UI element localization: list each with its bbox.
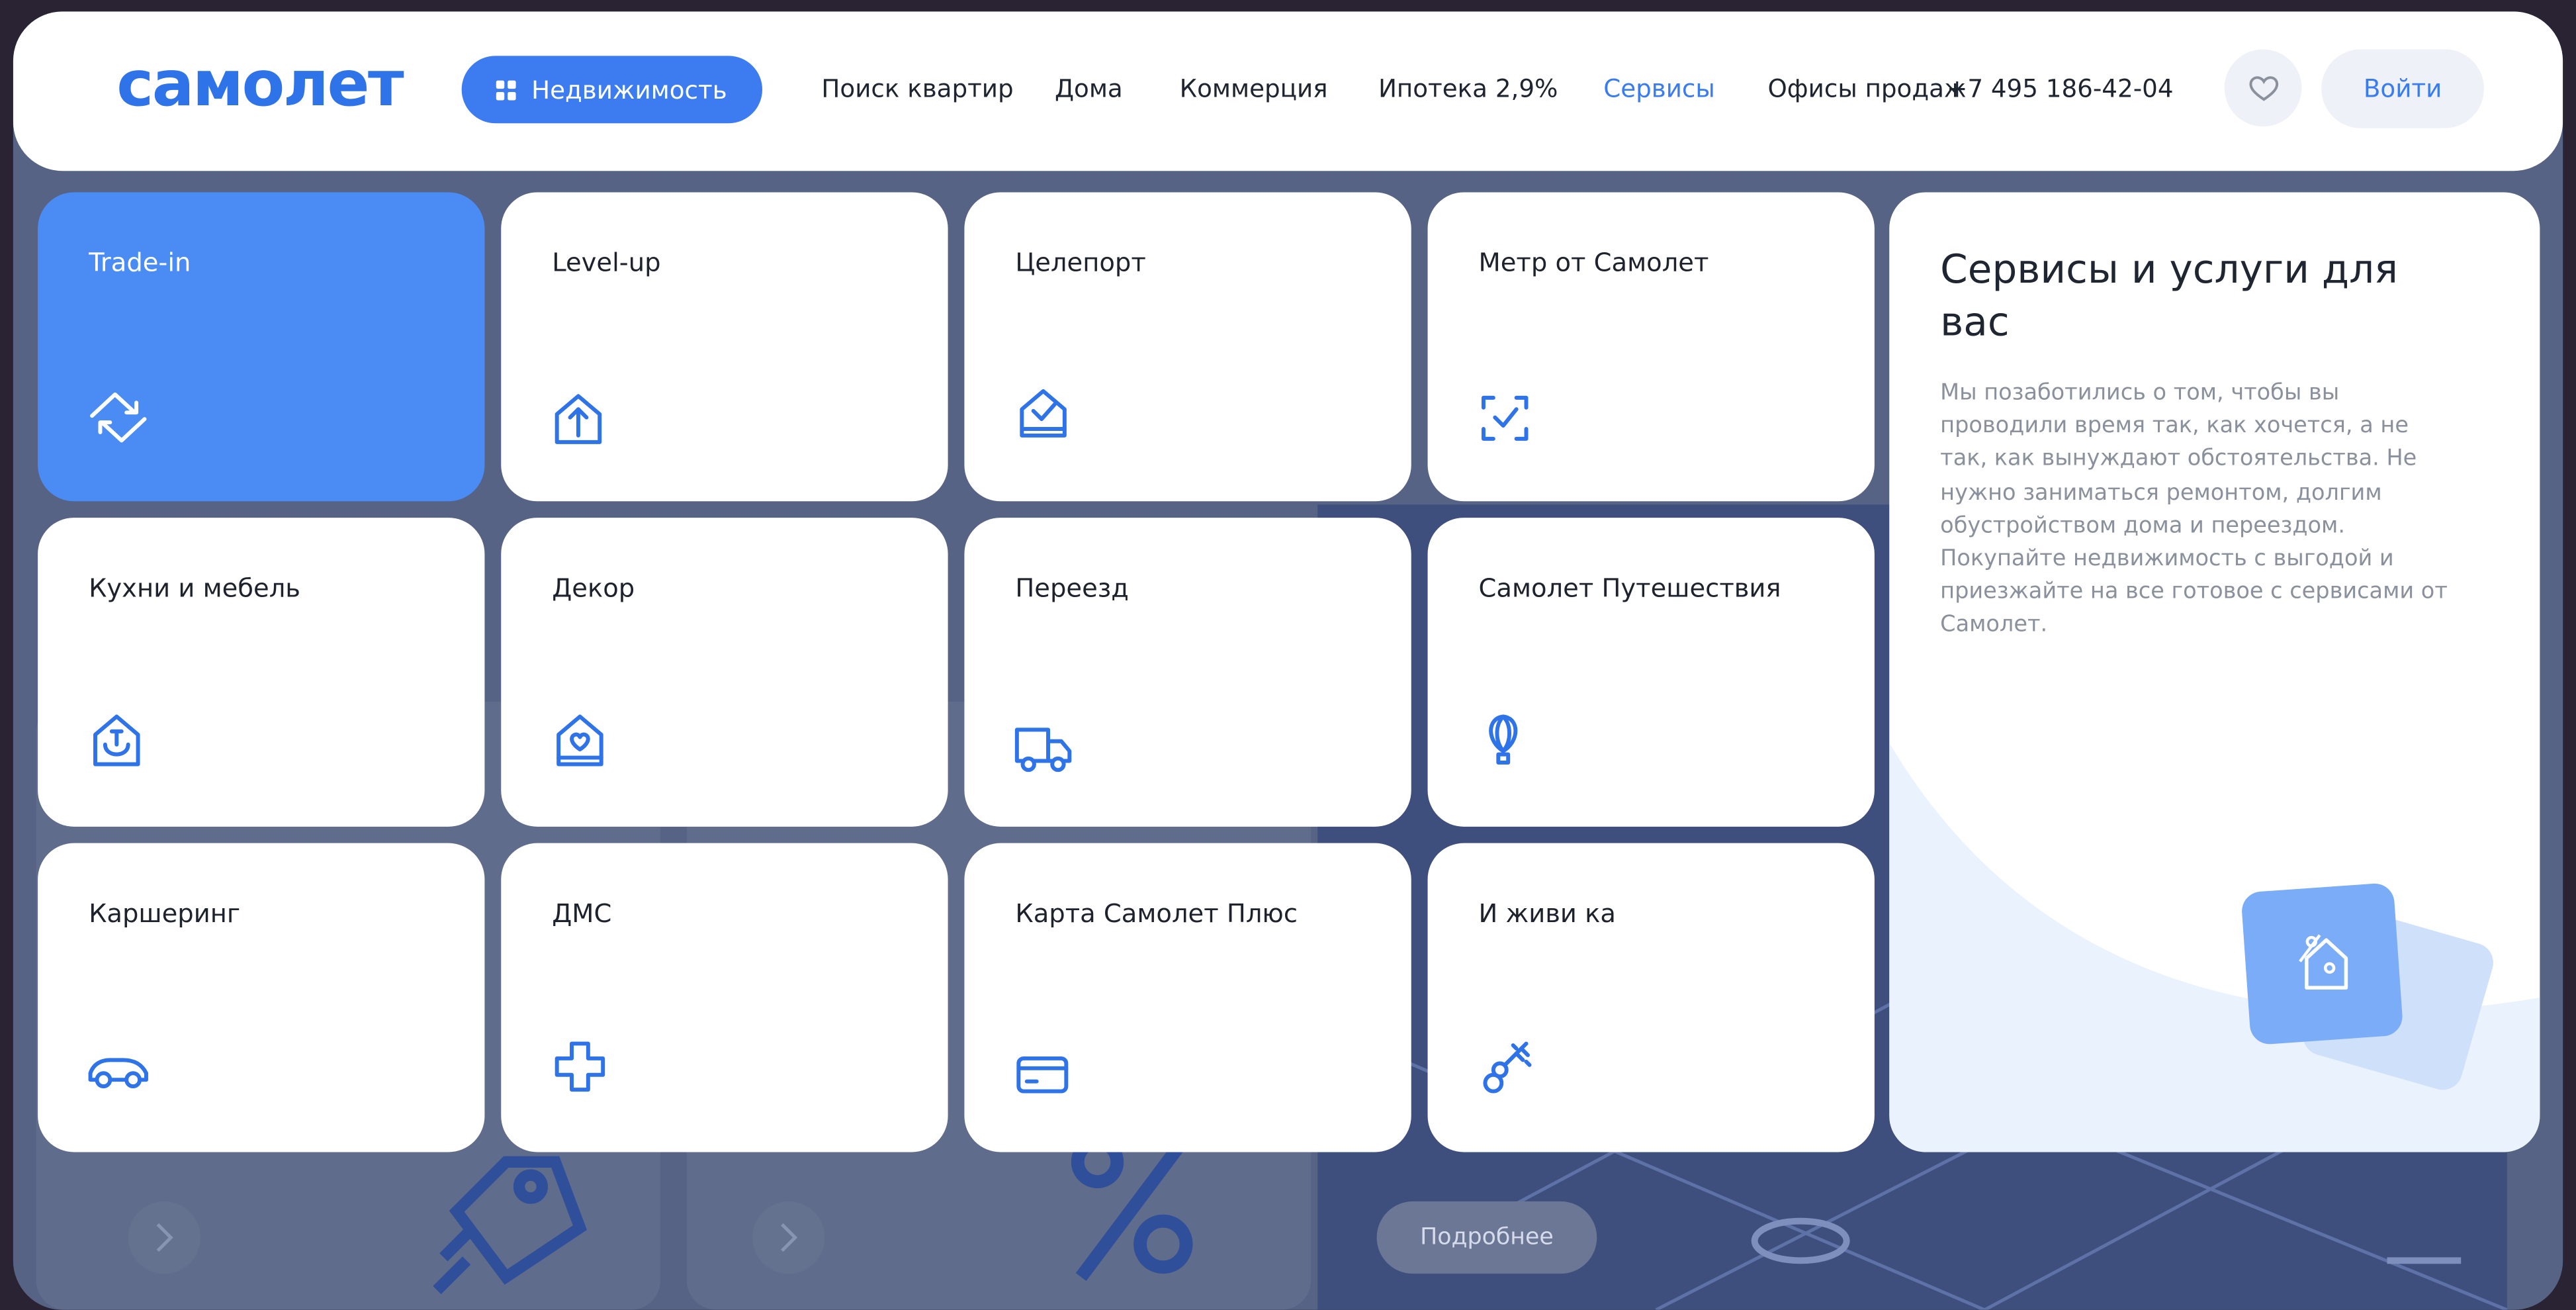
property-menu-button[interactable]: Недвижимость xyxy=(461,56,763,124)
service-card-decor[interactable]: Декор xyxy=(501,518,948,827)
login-button[interactable]: Войти xyxy=(2321,49,2484,128)
service-card-title: Самолет Путешествия xyxy=(1478,573,1781,604)
service-card-title: Trade-in xyxy=(89,248,191,278)
info-title: Сервисы и услуги для вас xyxy=(1940,246,2399,346)
house-check-icon xyxy=(1020,389,1067,438)
service-card-title: Целепорт xyxy=(1015,248,1146,278)
service-card-i-zhivi-ka[interactable]: И живи ка xyxy=(1427,843,1875,1152)
logo[interactable]: самолет xyxy=(116,48,404,120)
service-card-title: Переезд xyxy=(1015,573,1129,604)
service-card-title: Декор xyxy=(552,573,635,604)
service-card-dms[interactable]: ДМС xyxy=(501,843,948,1152)
grid-icon xyxy=(496,79,517,100)
service-card-level-up[interactable]: Level-up xyxy=(501,192,948,502)
trade-in-icon xyxy=(90,392,147,443)
service-card-title: Каршеринг xyxy=(89,899,241,929)
service-card-title: Level-up xyxy=(552,248,661,278)
nav-commerce[interactable]: Коммерция xyxy=(1180,74,1328,104)
header: самолет Недвижимость Поиск квартир Дома … xyxy=(13,11,2563,171)
balloon-icon xyxy=(1489,714,1518,765)
service-card-carsharing[interactable]: Каршеринг xyxy=(38,843,485,1152)
service-card-title: Кухни и мебель xyxy=(89,573,301,604)
service-card-title: Метр от Самолет xyxy=(1478,248,1709,278)
service-card-moving[interactable]: Переезд xyxy=(964,518,1411,827)
service-card-title: ДМС xyxy=(552,899,612,929)
app-frame: Подробнее самолет Недвижимость Поиск ква… xyxy=(13,11,2563,1310)
more-button[interactable]: Подробнее xyxy=(1376,1201,1597,1274)
service-card-title: Карта Самолет Плюс xyxy=(1015,899,1298,929)
key-icon xyxy=(1483,1041,1532,1094)
service-card-trade-in[interactable]: Trade-in xyxy=(38,192,485,502)
service-card-title: И живи ка xyxy=(1478,899,1616,929)
nav-apartment-search[interactable]: Поиск квартир xyxy=(821,74,1013,104)
car-icon xyxy=(88,1058,148,1089)
card-icon xyxy=(1016,1056,1069,1094)
medical-cross-icon xyxy=(555,1041,605,1092)
property-menu-label: Недвижимость xyxy=(531,74,727,105)
services-info-panel: Сервисы и услуги для вас Мы позаботились… xyxy=(1889,192,2540,1152)
house-heart-icon xyxy=(556,714,603,767)
nav-services[interactable]: Сервисы xyxy=(1603,74,1715,104)
service-card-kitchens[interactable]: Кухни и мебель xyxy=(38,518,485,827)
favorites-button[interactable] xyxy=(2224,49,2302,127)
truck-icon xyxy=(1014,727,1072,772)
service-card-samolet-plus[interactable]: Карта Самолет Плюс xyxy=(964,843,1411,1152)
bg-arrow-btn-1 xyxy=(128,1201,200,1274)
nav-sales-offices[interactable]: Офисы продаж xyxy=(1767,74,1966,104)
heart-icon xyxy=(2248,75,2278,101)
house-kitchen-icon xyxy=(93,714,140,767)
frame-check-icon xyxy=(1481,395,1529,441)
nav-mortgage[interactable]: Ипотека 2,9% xyxy=(1378,74,1558,104)
bg-arrow-btn-2 xyxy=(752,1201,825,1274)
info-text: Мы позаботились о том, чтобы вы проводил… xyxy=(1940,379,2448,639)
phone-number[interactable]: +7 495 186-42-04 xyxy=(1947,74,2173,104)
service-card-celeport[interactable]: Целепорт xyxy=(964,192,1411,502)
house-arrow-up-icon xyxy=(555,394,602,444)
service-card-metr[interactable]: Метр от Самолет xyxy=(1427,192,1875,502)
nav-houses[interactable]: Дома xyxy=(1055,74,1123,104)
service-card-travel[interactable]: Самолет Путешествия xyxy=(1427,518,1875,827)
house-percent-icon xyxy=(2242,883,2403,1045)
